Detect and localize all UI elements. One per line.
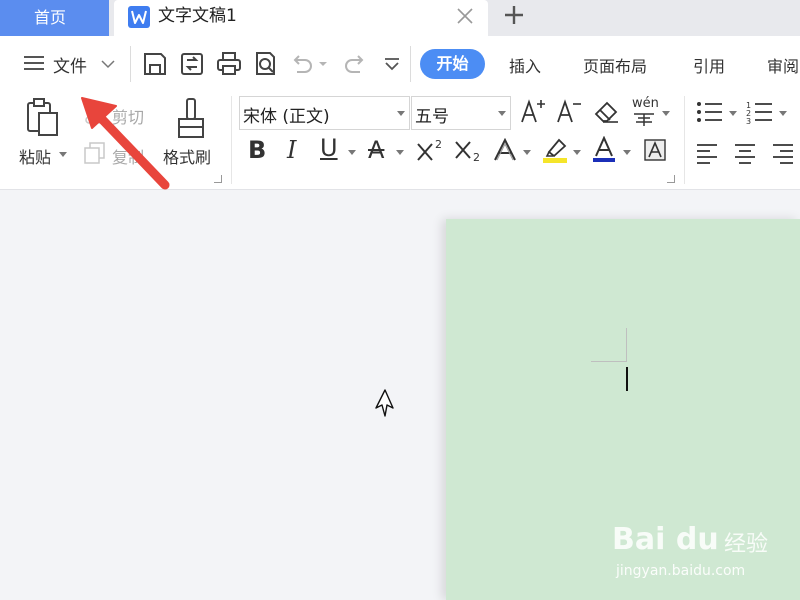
undo-icon[interactable]: [289, 50, 327, 78]
grow-font-icon[interactable]: [520, 98, 546, 124]
text-effect-dropdown-icon[interactable]: [523, 150, 531, 155]
watermark-url: jingyan.baidu.com: [616, 563, 746, 579]
chevron-down-icon: [498, 111, 506, 116]
italic-icon[interactable]: I: [287, 136, 296, 164]
paste-icon[interactable]: [24, 97, 64, 139]
tab-start[interactable]: 开始: [420, 49, 485, 79]
divider: [684, 96, 685, 184]
shrink-font-icon[interactable]: [556, 98, 582, 124]
font-dialog-launcher[interactable]: [667, 175, 675, 183]
margin-marker: [626, 328, 627, 362]
redo-icon[interactable]: [340, 50, 368, 78]
mouse-pointer-icon: [373, 388, 395, 420]
font-name-select[interactable]: 宋体 (正文): [239, 96, 410, 130]
text-effect-icon[interactable]: [493, 137, 517, 162]
watermark-logo: Bai du: [612, 522, 719, 557]
document-tab-title: 文字文稿1: [158, 6, 237, 26]
clipboard-dialog-launcher[interactable]: [214, 175, 222, 183]
underline-dropdown-icon[interactable]: [348, 150, 356, 155]
font-name-value: 宋体 (正文): [243, 107, 330, 127]
bullet-list-icon[interactable]: [696, 100, 726, 124]
highlight-icon[interactable]: [541, 136, 571, 164]
file-menu-label: 文件: [53, 57, 87, 77]
align-right-icon[interactable]: [772, 142, 794, 164]
svg-text:2: 2: [473, 151, 480, 162]
save-icon[interactable]: [141, 50, 169, 78]
divider: [231, 96, 232, 184]
more-icon[interactable]: [378, 50, 406, 78]
numbered-list-icon[interactable]: 123: [746, 100, 776, 126]
close-icon[interactable]: [452, 3, 478, 29]
tab-review[interactable]: 审阅: [767, 53, 799, 77]
annotation-arrow-icon: [70, 80, 190, 200]
clear-format-icon[interactable]: [594, 100, 620, 124]
bold-icon[interactable]: B: [248, 136, 266, 164]
text-caret: [626, 367, 628, 391]
font-size-select[interactable]: 五号: [411, 96, 511, 130]
superscript-icon[interactable]: 2: [416, 138, 446, 162]
watermark-brand: 经验: [724, 532, 769, 557]
tab-insert[interactable]: 插入: [509, 53, 541, 77]
chevron-down-icon: [100, 56, 116, 70]
file-menu-button[interactable]: 文件: [18, 48, 120, 78]
bullet-dropdown-icon[interactable]: [729, 111, 737, 116]
phonetic-dropdown-icon[interactable]: [662, 111, 670, 116]
subscript-icon[interactable]: 2: [454, 138, 484, 164]
strikethrough-dropdown-icon[interactable]: [396, 150, 404, 155]
align-left-icon[interactable]: [696, 142, 718, 164]
font-color-icon[interactable]: [592, 135, 618, 164]
paste-button[interactable]: 粘贴: [19, 144, 51, 168]
svg-text:2: 2: [435, 138, 442, 151]
hamburger-icon: [24, 56, 44, 70]
character-shading-icon[interactable]: [644, 139, 666, 161]
phonetic-guide-icon[interactable]: [632, 110, 658, 126]
divider: [410, 46, 411, 82]
margin-marker: [591, 361, 627, 362]
font-color-dropdown-icon[interactable]: [623, 150, 631, 155]
align-center-icon[interactable]: [734, 142, 756, 164]
tab-document[interactable]: 文字文稿1: [114, 0, 488, 36]
print-icon[interactable]: [215, 50, 243, 78]
phonetic-guide-label: wén: [632, 96, 659, 111]
wps-writer-icon: [128, 6, 150, 28]
print-preview-icon[interactable]: [252, 50, 280, 78]
svg-text:3: 3: [746, 117, 751, 124]
numbered-dropdown-icon[interactable]: [779, 111, 787, 116]
highlight-dropdown-icon[interactable]: [573, 150, 581, 155]
chevron-down-icon: [397, 111, 405, 116]
strikethrough-icon[interactable]: A: [368, 136, 384, 164]
tab-page-layout[interactable]: 页面布局: [583, 53, 647, 77]
tab-references[interactable]: 引用: [693, 53, 725, 77]
tab-home[interactable]: 首页: [0, 0, 109, 36]
divider: [130, 46, 131, 82]
export-icon[interactable]: [178, 50, 206, 78]
tab-bar: 首页 文字文稿1: [0, 0, 800, 36]
font-size-value: 五号: [415, 107, 449, 127]
underline-icon[interactable]: U: [320, 134, 338, 162]
plus-icon[interactable]: [500, 1, 528, 29]
paste-dropdown-icon[interactable]: [59, 152, 67, 157]
watermark: Bai du 经验 jingyan.baidu.com: [612, 510, 772, 590]
